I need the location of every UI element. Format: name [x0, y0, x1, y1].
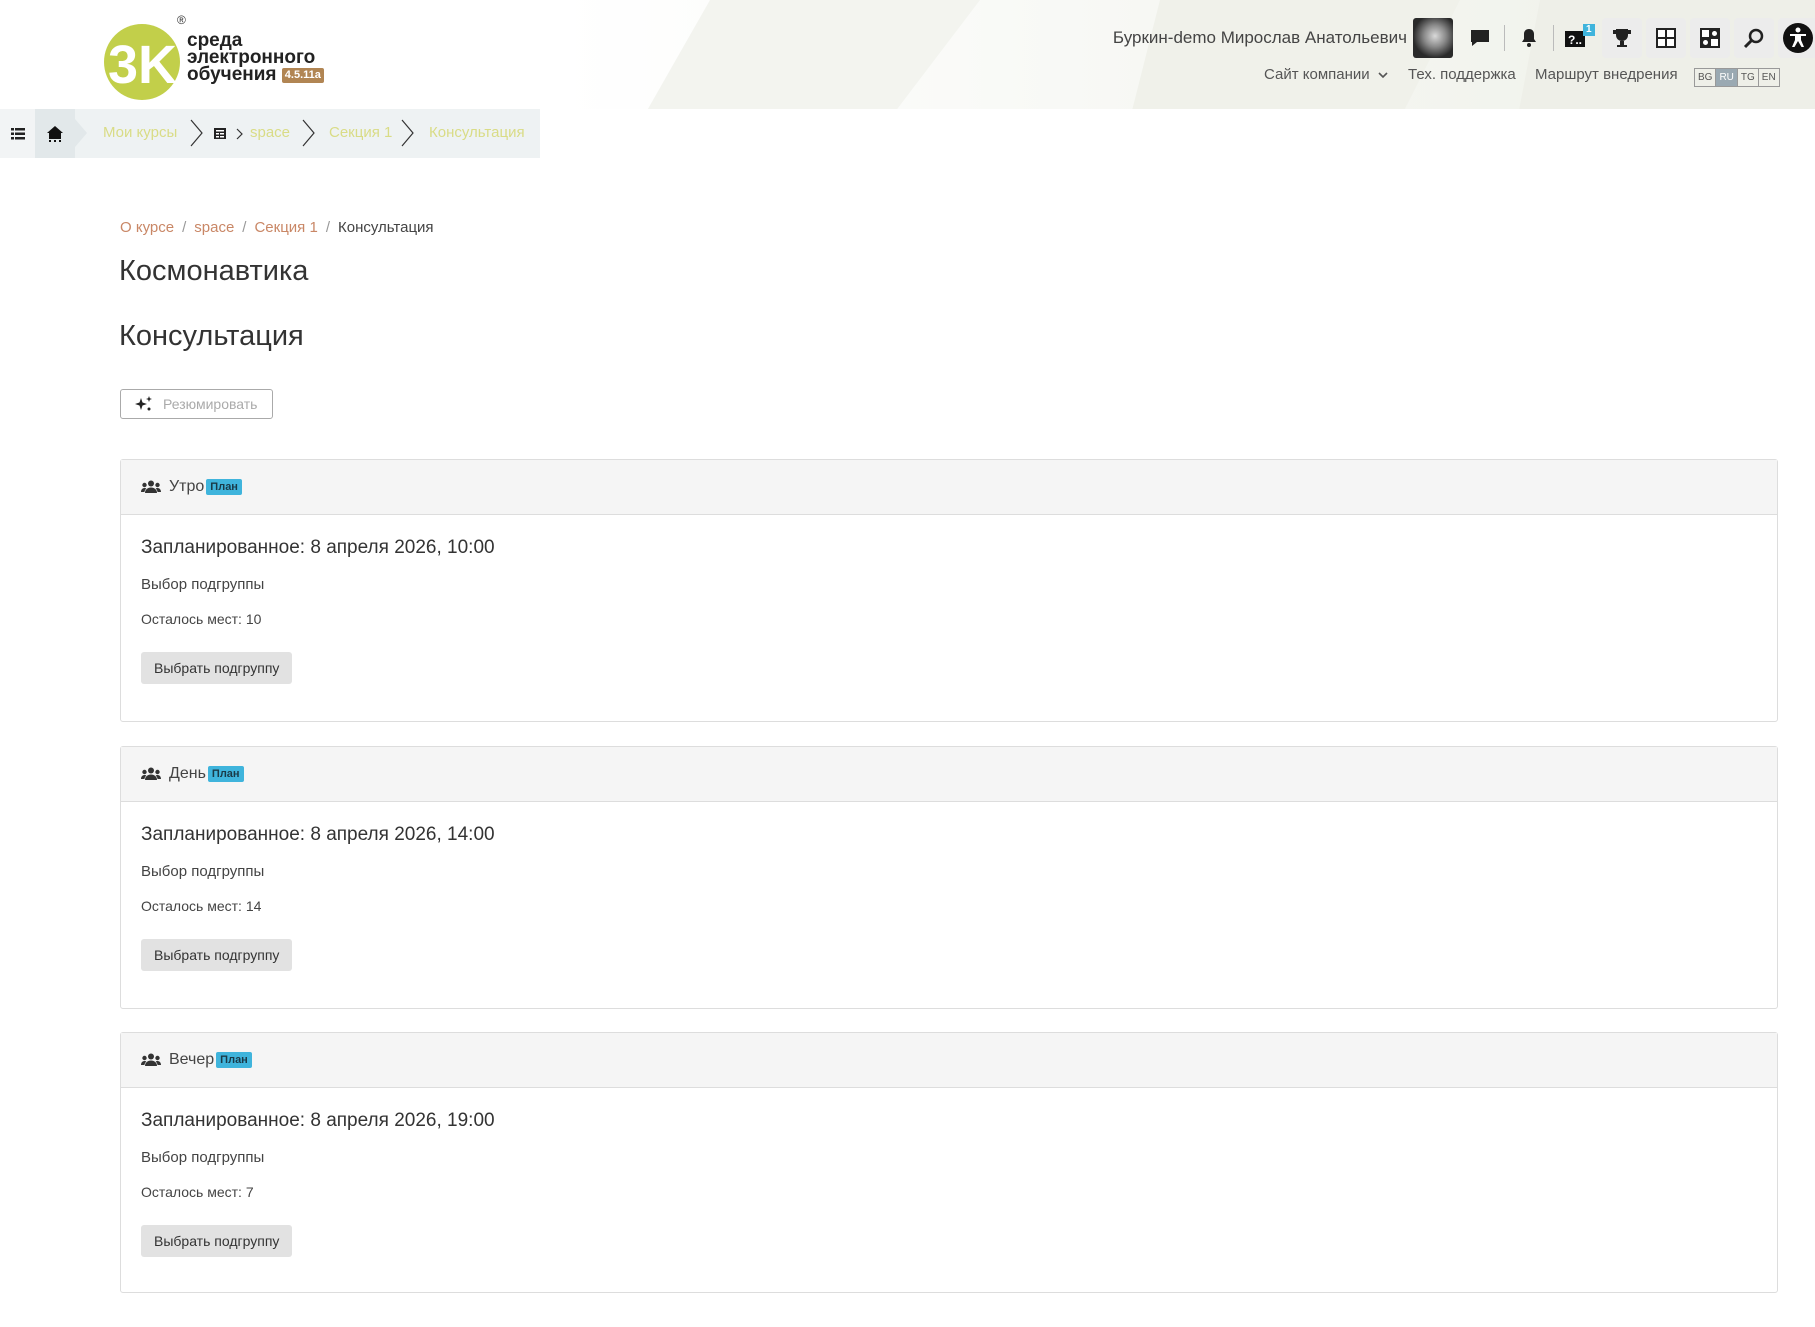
subgroup-choice-label: Выбор подгруппы — [141, 863, 265, 880]
breadcrumb: О курсе / space / Секция 1 / Консультация — [120, 219, 434, 236]
course-icon — [214, 128, 226, 139]
breadcrumb-separator: / — [182, 219, 187, 236]
scheduled-date: Запланированное: 8 апреля 2026, 10:00 — [141, 537, 495, 558]
achievements-button[interactable] — [1602, 18, 1642, 58]
header-toolbar: ?.. 1 — [1460, 18, 1815, 58]
company-site-link[interactable]: Сайт компании — [1264, 66, 1388, 83]
breadcrumb-space[interactable]: space — [194, 219, 234, 236]
choose-subgroup-button[interactable]: Выбрать подгруппу — [141, 652, 293, 684]
group-card-header: Вечер План — [121, 1033, 1777, 1088]
logo-text: среда электронного обучения 4.5.11a — [187, 31, 324, 85]
chevron-right-icon — [302, 119, 315, 147]
status-badge: План — [206, 479, 242, 495]
notifications-button[interactable] — [1509, 18, 1549, 58]
seats-left: Осталось мест: 14 — [141, 898, 262, 914]
message-icon — [1471, 30, 1489, 46]
group-card: Вечер План Запланированное: 8 апреля 202… — [120, 1032, 1778, 1293]
sparkles-icon — [135, 396, 152, 411]
page-title: Консультация — [119, 320, 304, 352]
group-card: День План Запланированное: 8 апреля 2026… — [120, 746, 1778, 1009]
divider — [1504, 25, 1505, 51]
choose-subgroup-button[interactable]: Выбрать подгруппу — [141, 939, 293, 971]
breadcrumb-current: Консультация — [337, 219, 434, 236]
site-logo[interactable]: 3K ® среда электронного обучения 4.5.11a — [102, 13, 332, 102]
site-header: 3K ® среда электронного обучения 4.5.11a… — [0, 0, 1815, 109]
crumb-section[interactable]: Секция 1 — [329, 124, 392, 141]
messages-button[interactable] — [1460, 18, 1500, 58]
summarize-label: Резюмировать — [163, 396, 258, 412]
grid-icon — [1700, 28, 1720, 48]
scheduled-date: Запланированное: 8 апреля 2026, 14:00 — [141, 824, 495, 845]
scheduled-date: Запланированное: 8 апреля 2026, 19:00 — [141, 1110, 495, 1131]
help-badge: 1 — [1583, 24, 1595, 36]
breadcrumb-separator: / — [242, 219, 247, 236]
avatar[interactable] — [1413, 18, 1453, 58]
chevron-right-small-icon — [236, 128, 243, 140]
seats-left: Осталось мест: 10 — [141, 611, 262, 627]
home-icon — [47, 125, 63, 142]
breadcrumb-about[interactable]: О курсе — [120, 219, 174, 236]
search-icon — [1743, 28, 1764, 49]
lang-tg[interactable]: TG — [1738, 69, 1759, 86]
logo-line-3: обучения — [187, 64, 277, 85]
group-name: День — [169, 765, 206, 782]
lang-bg[interactable]: BG — [1695, 69, 1717, 86]
logo-mark-icon: 3K — [104, 24, 180, 100]
accessibility-icon — [1783, 23, 1813, 53]
breadcrumb-separator: / — [325, 219, 330, 236]
lang-ru[interactable]: RU — [1716, 69, 1738, 86]
profile-card-button[interactable] — [1690, 18, 1730, 58]
group-name: Утро — [169, 478, 205, 495]
svg-text:?..: ?.. — [1568, 33, 1582, 47]
group-card-header: Утро План — [121, 460, 1777, 515]
summarize-button[interactable]: Резюмировать — [120, 389, 273, 419]
tech-support-link[interactable]: Тех. поддержка — [1408, 66, 1516, 83]
chevron-right-icon — [401, 119, 414, 147]
subgroup-choice-label: Выбор подгруппы — [141, 1149, 265, 1166]
users-icon — [141, 767, 161, 780]
help-button[interactable]: ?.. 1 — [1558, 18, 1598, 58]
version-badge: 4.5.11a — [281, 68, 324, 83]
home-button[interactable] — [35, 109, 75, 158]
choose-subgroup-button[interactable]: Выбрать подгруппу — [141, 1225, 293, 1257]
user-name[interactable]: Буркин-demo Мирослав Анатольевич — [1113, 28, 1407, 48]
company-site-label: Сайт компании — [1264, 66, 1370, 83]
group-card-header: День План — [121, 747, 1777, 802]
status-badge: План — [207, 766, 244, 782]
group-name: Вечер — [169, 1051, 215, 1068]
bell-icon — [1522, 29, 1536, 47]
chevron-right-icon — [190, 119, 203, 147]
divider — [1553, 25, 1554, 51]
seats-left: Осталось мест: 7 — [141, 1184, 254, 1200]
list-icon — [10, 127, 25, 139]
crumb-my-courses[interactable]: Мои курсы — [103, 124, 177, 141]
group-card-body: Запланированное: 8 апреля 2026, 19:00 Вы… — [121, 1088, 1777, 1292]
breadcrumb-section[interactable]: Секция 1 — [254, 219, 317, 236]
course-title: Космонавтика — [119, 255, 309, 287]
svg-text:3K: 3K — [108, 35, 177, 95]
chevron-right-icon — [75, 119, 87, 147]
chevron-down-icon — [1378, 72, 1388, 79]
crumb-space[interactable]: space — [250, 124, 290, 141]
accessibility-button[interactable] — [1778, 18, 1815, 58]
group-card: Утро План Запланированное: 8 апреля 2026… — [120, 459, 1778, 722]
group-card-body: Запланированное: 8 апреля 2026, 14:00 Вы… — [121, 802, 1777, 1008]
trophy-icon — [1613, 29, 1631, 47]
search-button[interactable] — [1734, 18, 1774, 58]
menu-toggle-button[interactable] — [0, 109, 35, 158]
implementation-route-link[interactable]: Маршрут внедрения — [1535, 66, 1678, 83]
nav-crumb-bar: Мои курсы space Секция 1 Консультация — [0, 109, 540, 158]
crumb-consultation[interactable]: Консультация — [429, 124, 525, 141]
lang-en[interactable]: EN — [1759, 69, 1779, 86]
dashboard-icon — [1656, 28, 1676, 48]
dashboard-button[interactable] — [1646, 18, 1686, 58]
group-card-body: Запланированное: 8 апреля 2026, 10:00 Вы… — [121, 515, 1777, 721]
language-switcher: BG RU TG EN — [1694, 68, 1780, 87]
users-icon — [141, 1053, 161, 1066]
status-badge: План — [216, 1052, 252, 1068]
subgroup-choice-label: Выбор подгруппы — [141, 576, 265, 593]
users-icon — [141, 480, 161, 493]
logo-registered: ® — [177, 13, 186, 27]
